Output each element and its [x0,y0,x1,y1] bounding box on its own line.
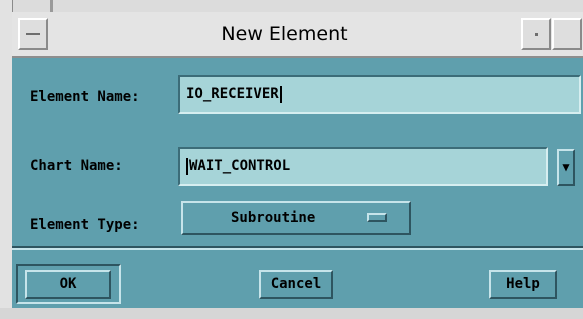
chart-name-label: Chart Name: [30,158,123,174]
ok-button[interactable]: OK [25,270,111,299]
chevron-down-icon: ▼ [562,160,570,174]
chart-name-field[interactable]: WAIT_CONTROL [178,147,548,186]
element-name-value: IO_RECEIVER [186,86,279,102]
element-type-label: Element Type: [30,217,140,233]
chart-name-dropdown-button[interactable]: ▼ [557,149,575,186]
element-type-option-menu[interactable]: Subroutine [181,201,411,235]
element-type-value: Subroutine [231,210,316,226]
maximize-icon[interactable] [552,18,582,50]
title-bar[interactable]: New Element [12,12,583,58]
window-menu-icon[interactable] [18,18,48,50]
dialog-title: New Element [221,23,348,45]
element-name-label: Element Name: [30,89,140,105]
background-window-edge-bottom [0,308,583,319]
button-separator [12,246,583,250]
background-window-edge-top [0,0,583,12]
text-cursor [186,157,188,175]
text-cursor [279,85,282,103]
element-name-field[interactable]: IO_RECEIVER [178,75,581,114]
option-menu-indicator-icon [367,213,387,222]
cancel-button[interactable]: Cancel [259,270,333,299]
new-element-dialog: New Element Element Name: IO_RECEIVER Ch… [12,12,583,308]
chart-name-value: WAIT_CONTROL [189,158,291,174]
minimize-icon[interactable] [521,18,551,50]
help-button[interactable]: Help [489,270,557,299]
